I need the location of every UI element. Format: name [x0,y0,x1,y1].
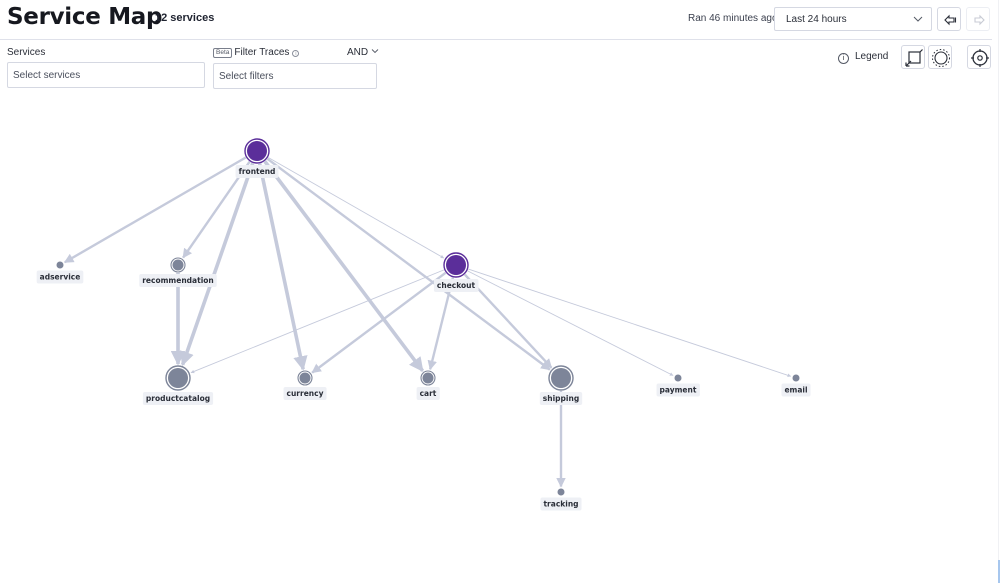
page-header: Service Map 12 services Ran 46 minutes a… [0,0,992,40]
trace-filters-input[interactable]: Select filters [213,63,377,89]
service-node-shipping[interactable]: shipping [539,365,583,405]
node-label: checkout [437,281,476,290]
services-placeholder: Select services [13,70,81,81]
filter-operator-select[interactable]: AND [347,47,379,58]
service-node-recommendation[interactable]: recommendation [139,257,217,287]
node-label: tracking [543,500,578,509]
node-label: shipping [543,394,579,403]
filter-traces-label: Beta Filter Traces i [213,47,300,58]
info-icon: i [838,53,849,64]
service-node-currency[interactable]: currency [283,370,327,400]
fit-to-screen-button[interactable] [901,45,925,69]
node-circle [299,372,311,384]
node-label: cart [420,389,437,398]
node-circle [557,488,565,496]
time-range-value: Last 24 hours [786,14,847,25]
fit-to-screen-icon [905,49,923,67]
edge-checkout-to-productcatalog[interactable] [190,269,445,374]
service-node-adservice[interactable]: adservice [36,261,84,284]
service-node-email[interactable]: email [781,374,811,397]
node-label: productcatalog [146,394,210,403]
node-circle [56,261,64,269]
time-forward-button[interactable] [966,7,990,31]
radial-layout-icon [932,49,950,67]
chevron-down-icon [371,49,379,54]
edge-checkout-to-email[interactable] [468,268,792,377]
edge-checkout-to-currency[interactable] [311,271,447,374]
beta-badge: Beta [213,48,233,58]
node-label: adservice [40,273,81,282]
node-circle [551,368,571,388]
center-target-icon [971,49,989,67]
viewport-edge [998,0,999,583]
time-back-button[interactable] [937,7,961,31]
last-run-status: Ran 46 minutes ago [688,13,778,24]
trace-filters-placeholder: Select filters [219,71,274,82]
edge-frontend-to-shipping[interactable] [266,157,551,371]
info-icon[interactable]: i [292,50,300,57]
edges-layer [63,156,792,488]
center-graph-button[interactable] [967,45,991,69]
service-node-payment[interactable]: payment [656,374,700,397]
edge-frontend-to-checkout[interactable] [268,157,445,259]
node-label: email [784,386,807,395]
radial-layout-button[interactable] [928,45,952,69]
service-count: 12 services [155,12,215,24]
node-circle [422,372,434,384]
node-label: frontend [239,167,276,176]
edge-frontend-to-adservice[interactable] [63,156,247,264]
node-circle [168,368,188,388]
legend-label: Legend [855,51,889,62]
edge-checkout-to-payment[interactable] [467,270,674,376]
node-circle [172,259,184,271]
filter-traces-text: Filter Traces [234,47,290,58]
node-label: currency [287,389,324,398]
edge-frontend-to-productcatalog[interactable] [180,162,255,367]
node-circle [446,255,466,275]
services-label: Services [7,47,46,58]
filter-operator-value: AND [347,47,369,58]
time-range-select[interactable]: Last 24 hours [774,7,932,31]
service-node-checkout[interactable]: checkout [433,252,479,292]
node-circle [247,141,267,161]
node-label: payment [660,386,697,395]
legend-button[interactable]: i Legend [838,51,888,64]
arrow-left-icon [944,14,957,26]
edge-frontend-to-cart[interactable] [263,160,425,372]
chevron-down-icon [913,16,923,22]
node-label: recommendation [142,276,214,285]
arrow-right-icon [974,14,985,26]
service-node-cart[interactable]: cart [416,370,440,400]
service-node-productcatalog[interactable]: productcatalog [142,365,214,405]
services-input[interactable]: Select services [7,62,205,88]
node-circle [792,374,800,382]
node-circle [674,374,682,382]
page-title: Service Map [7,4,163,30]
edge-frontend-to-currency[interactable] [257,163,308,371]
nodes-layer: frontend checkout adservice recommendation p… [36,138,811,511]
service-node-tracking[interactable]: tracking [540,488,582,511]
